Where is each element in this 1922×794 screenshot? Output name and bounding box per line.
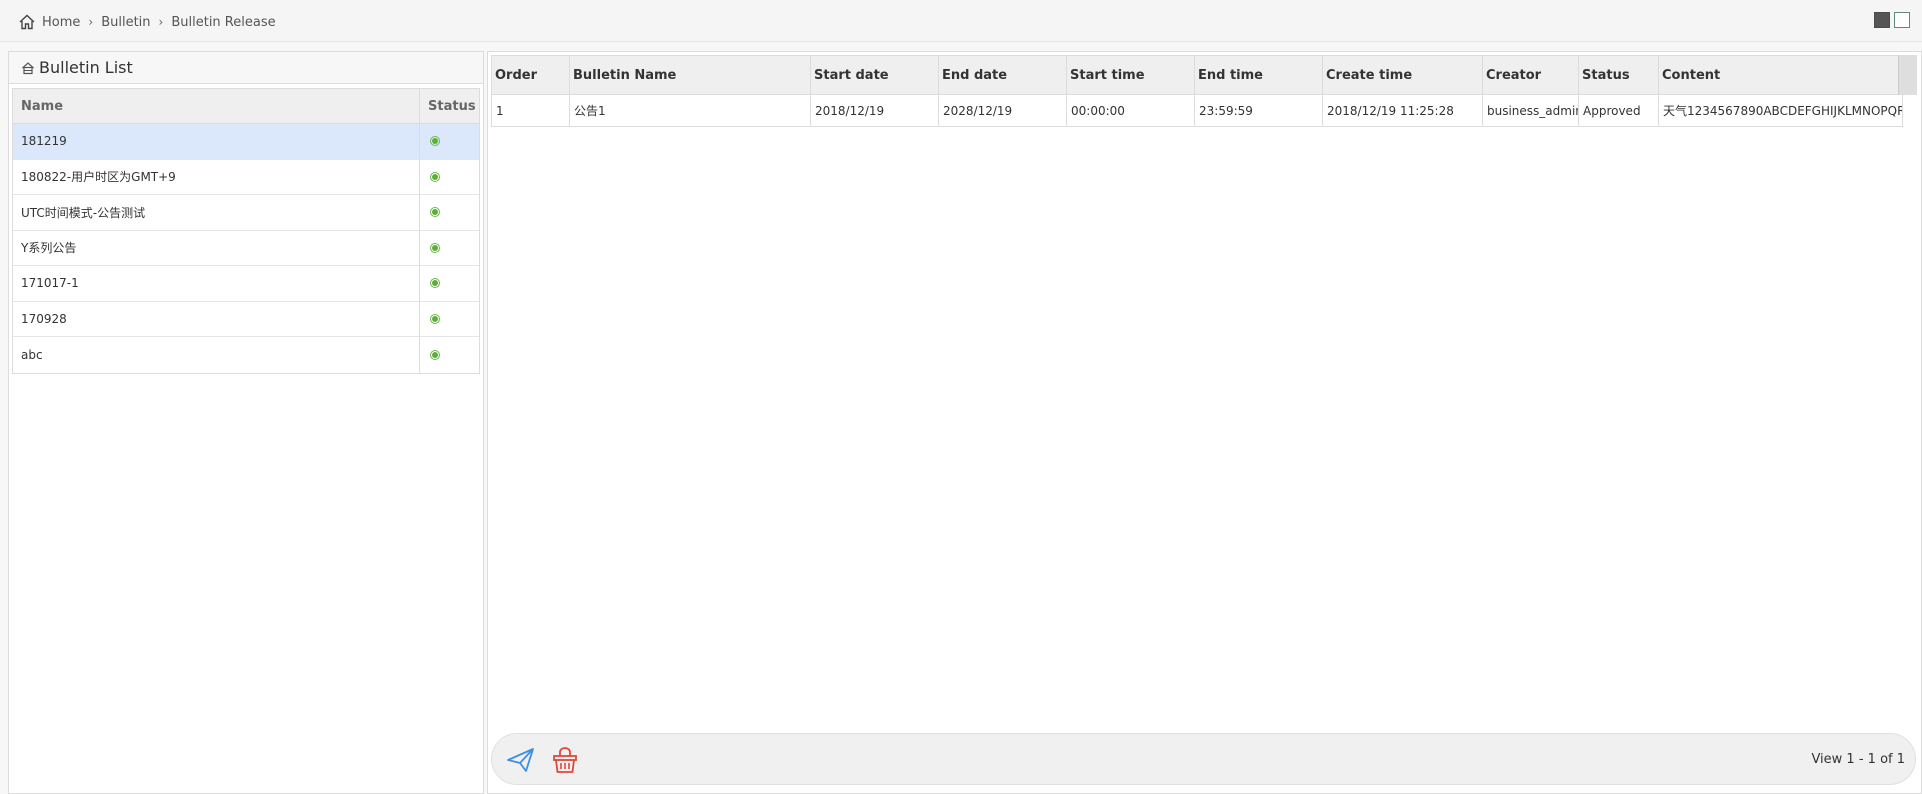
status-active-icon (430, 349, 440, 360)
status-active-icon (430, 313, 440, 324)
layout-switch (1874, 12, 1910, 28)
chevron-right-icon: › (158, 15, 164, 29)
column-header-creator[interactable]: Creator (1483, 56, 1579, 94)
house-icon (22, 61, 34, 74)
cell-end-time: 23:59:59 (1195, 95, 1323, 126)
panel-title: Bulletin List (9, 52, 483, 84)
cell-order: 1 (492, 95, 570, 126)
bulletin-list-table: Name Status 181219 180822-用户时区为GMT+9 UTC… (12, 88, 480, 374)
list-item-status (420, 302, 479, 337)
cell-bulletin-name: 公告1 (570, 95, 811, 126)
list-item[interactable]: UTC时间模式-公告测试 (13, 195, 479, 231)
column-header-end-time[interactable]: End time (1195, 56, 1323, 94)
list-item-name: Y系列公告 (13, 230, 420, 265)
list-item-status (420, 266, 479, 301)
cell-start-date: 2018/12/19 (811, 95, 939, 126)
breadcrumb-bulletin[interactable]: Bulletin (101, 15, 150, 30)
panel-title-text: Bulletin List (39, 58, 133, 77)
status-active-icon (430, 207, 440, 218)
column-header-start-date[interactable]: Start date (811, 56, 939, 94)
bulletin-list-panel: Bulletin List Name Status 181219 180822-… (8, 51, 484, 794)
column-header-status[interactable]: Status (420, 89, 479, 123)
delete-basket-icon[interactable] (552, 746, 578, 774)
list-item-status (420, 231, 479, 266)
send-icon[interactable] (506, 746, 536, 774)
list-item-status (420, 195, 479, 230)
home-icon[interactable] (18, 13, 36, 31)
layout-dark-icon[interactable] (1874, 12, 1890, 28)
breadcrumb-home[interactable]: Home (42, 15, 80, 30)
column-header-name[interactable]: Name (13, 89, 420, 123)
list-item-name: 170928 (13, 301, 420, 336)
column-header-status[interactable]: Status (1579, 56, 1659, 94)
cell-content: 天气1234567890ABCDEFGHIJKLMNOPQR (1663, 104, 1902, 118)
column-header-start-time[interactable]: Start time (1067, 56, 1195, 94)
cell-creator: business_admin (1483, 95, 1579, 126)
bulletin-grid: Order Bulletin Name Start date End date … (491, 55, 1903, 127)
list-item-name: abc (13, 337, 420, 373)
column-header-order[interactable]: Order (492, 56, 570, 94)
cell-end-date: 2028/12/19 (939, 95, 1067, 126)
list-item-status (420, 337, 479, 373)
column-header-end-date[interactable]: End date (939, 56, 1067, 94)
column-header-content[interactable]: Content (1659, 56, 1902, 94)
layout-light-icon[interactable] (1894, 12, 1910, 28)
list-item[interactable]: 170928 (13, 301, 479, 337)
grid-header: Order Bulletin Name Start date End date … (491, 55, 1903, 95)
status-active-icon (430, 136, 440, 147)
cell-start-time: 00:00:00 (1067, 95, 1195, 126)
list-item[interactable]: abc (13, 337, 479, 373)
table-row[interactable]: 1 公告1 2018/12/19 2028/12/19 00:00:00 23:… (491, 95, 1903, 127)
grid-scrollbar[interactable] (1898, 55, 1917, 95)
list-item-name: UTC时间模式-公告测试 (13, 195, 420, 230)
list-item-name: 181219 (13, 124, 420, 159)
pager-info: View 1 - 1 of 1 (1811, 752, 1905, 767)
chevron-right-icon: › (88, 15, 94, 29)
list-item-name: 171017-1 (13, 266, 420, 301)
cell-create-time: 2018/12/19 11:25:28 (1323, 95, 1483, 126)
status-active-icon (430, 278, 440, 289)
list-item[interactable]: 171017-1 (13, 266, 479, 302)
list-item-status (420, 124, 479, 159)
breadcrumb-bulletin-release: Bulletin Release (171, 14, 276, 30)
column-header-create-time[interactable]: Create time (1323, 56, 1483, 94)
list-item-status (420, 160, 479, 195)
breadcrumb: Home › Bulletin › Bulletin Release (18, 12, 276, 32)
grid-footer: View 1 - 1 of 1 (491, 733, 1916, 785)
list-item[interactable]: 181219 (13, 124, 479, 160)
bulletin-detail-panel: Order Bulletin Name Start date End date … (487, 51, 1922, 794)
list-item[interactable]: 180822-用户时区为GMT+9 (13, 159, 479, 195)
status-active-icon (430, 171, 440, 182)
list-item-name: 180822-用户时区为GMT+9 (13, 159, 420, 194)
list-header: Name Status (13, 89, 479, 124)
top-bar: Home › Bulletin › Bulletin Release (0, 0, 1922, 42)
cell-status: Approved (1579, 95, 1659, 126)
list-item[interactable]: Y系列公告 (13, 230, 479, 266)
column-header-bulletin-name[interactable]: Bulletin Name (570, 56, 811, 94)
status-active-icon (430, 242, 440, 253)
